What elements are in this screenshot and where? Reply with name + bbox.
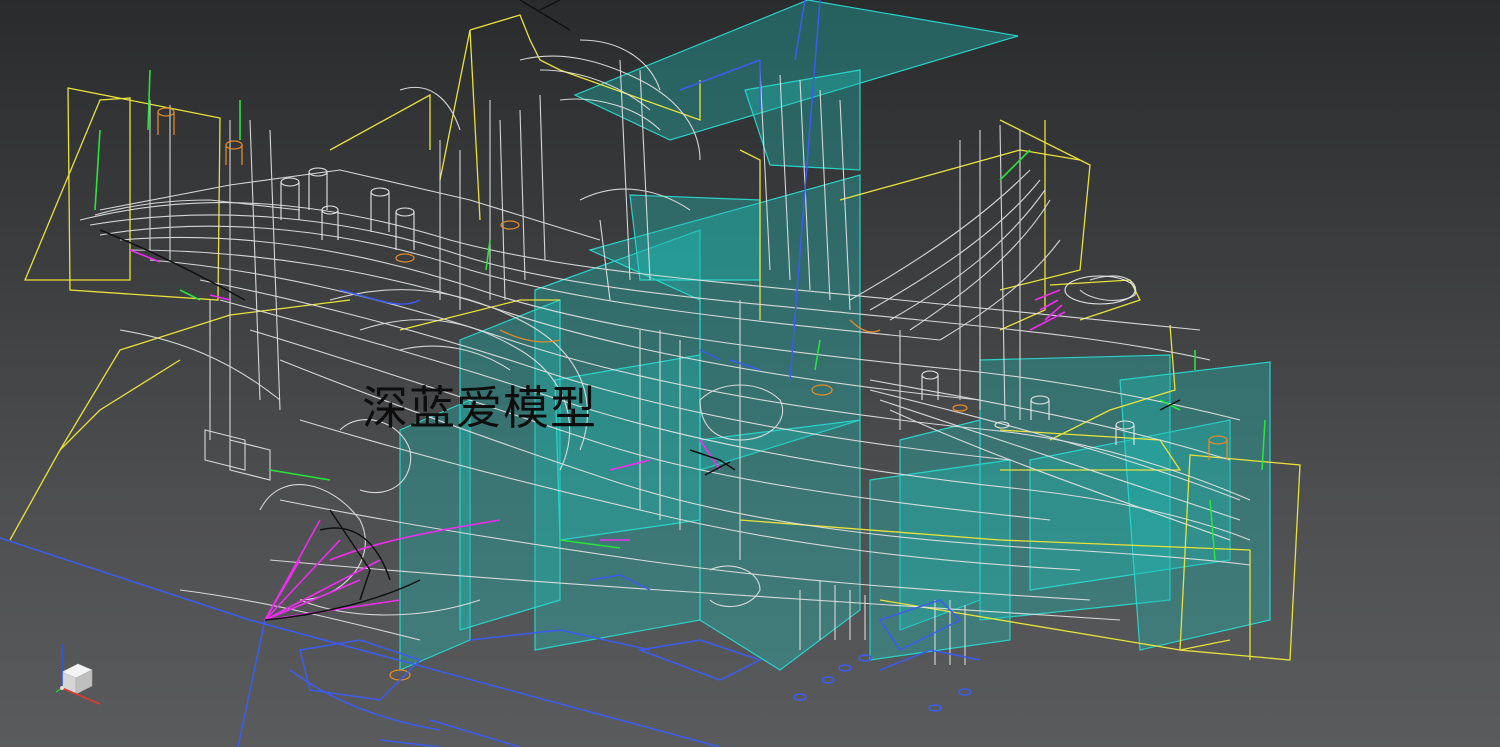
section-planes [399,0,1271,671]
wireframe-scene[interactable] [0,0,1500,747]
watermark-text: 深蓝爱模型 [362,381,597,435]
axis-gizmo-icon[interactable] [44,636,114,706]
3d-viewport[interactable]: 深蓝爱模型 [0,0,1500,747]
